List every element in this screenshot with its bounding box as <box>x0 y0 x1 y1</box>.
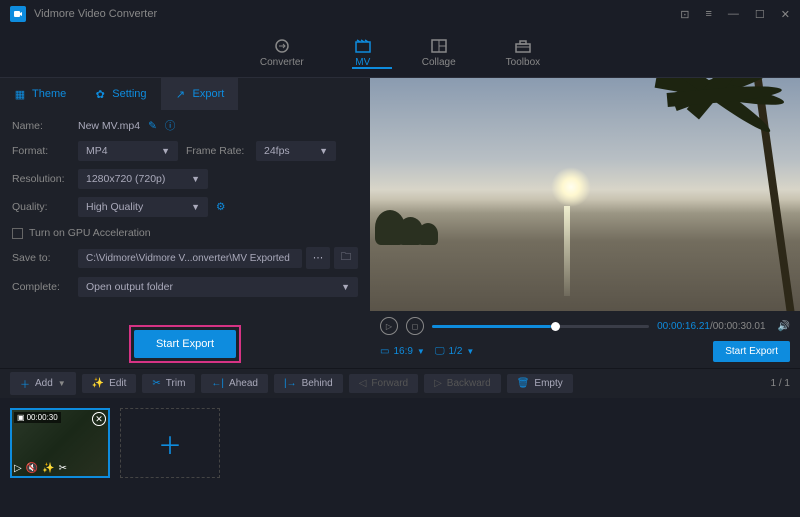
volume-icon[interactable]: 🔊 <box>778 321 790 332</box>
chevron-down-icon: ▼ <box>191 174 200 184</box>
maximize-icon[interactable]: ☐ <box>755 8 765 21</box>
resolution-select[interactable]: 1280x720 (720p)▼ <box>78 169 208 189</box>
nav-collage[interactable]: Collage <box>422 38 456 68</box>
chevron-down-icon: ▼ <box>191 202 200 212</box>
chevron-down-icon: ▼ <box>161 146 170 156</box>
ahead-button[interactable]: ←|Ahead <box>201 374 268 393</box>
empty-button[interactable]: 🗑Empty <box>507 374 573 393</box>
minimize-icon[interactable]: — <box>728 8 739 21</box>
app-title: Vidmore Video Converter <box>34 8 157 20</box>
add-clip-button[interactable]: ＋ <box>120 408 220 478</box>
quality-select[interactable]: High Quality▼ <box>78 197 208 217</box>
aspect-select[interactable]: ▭16:9▼ <box>380 346 425 357</box>
converter-icon <box>273 38 291 54</box>
main-nav: Converter MV Collage Toolbox <box>0 28 800 78</box>
chevron-down-icon: ▼ <box>417 347 425 356</box>
screen-icon: 🖵 <box>435 346 445 357</box>
backward-button[interactable]: ▷Backward <box>424 374 501 393</box>
export-panel: ▦Theme ✿Setting ↗Export Name: New MV.mp4… <box>0 78 370 368</box>
framerate-select[interactable]: 24fps▼ <box>256 141 336 161</box>
ahead-icon: ←| <box>211 378 224 389</box>
start-export-button-2[interactable]: Start Export <box>713 341 790 362</box>
resolution-label: Resolution: <box>12 173 70 185</box>
backward-icon: ▷ <box>434 378 442 389</box>
preview-pane: ▷ ◻ 00:00:16.21/00:00:30.01 🔊 ▭16:9▼ 🖵1/… <box>370 78 800 368</box>
start-export-button[interactable]: Start Export <box>134 330 236 358</box>
toolbox-icon <box>514 38 532 54</box>
clip-trim-icon[interactable]: ✂ <box>59 463 67 474</box>
preview-video[interactable] <box>370 78 800 311</box>
film-icon: ▣ <box>17 413 25 422</box>
gpu-label: Turn on GPU Acceleration <box>29 227 151 239</box>
chevron-down-icon: ▼ <box>341 282 350 292</box>
add-button[interactable]: ＋Add▼ <box>10 372 76 395</box>
plus-icon: ＋ <box>20 376 30 391</box>
chevron-down-icon: ▼ <box>58 379 66 388</box>
nav-toolbox[interactable]: Toolbox <box>506 38 540 68</box>
edit-button[interactable]: ✨Edit <box>82 374 137 393</box>
stop-button[interactable]: ◻ <box>406 317 424 335</box>
framerate-label: Frame Rate: <box>186 145 248 157</box>
chevron-down-icon: ▼ <box>466 347 474 356</box>
behind-button[interactable]: |→Behind <box>274 374 343 393</box>
tab-export[interactable]: ↗Export <box>161 78 239 110</box>
behind-icon: |→ <box>284 378 297 389</box>
quality-label: Quality: <box>12 201 70 213</box>
format-select[interactable]: MP4▼ <box>78 141 178 161</box>
close-icon[interactable]: ✕ <box>781 8 790 21</box>
clip-edit-icon[interactable]: ✨ <box>42 463 54 474</box>
browse-button[interactable]: ⋯ <box>306 247 330 269</box>
pager: 1 / 1 <box>771 378 790 389</box>
seek-bar[interactable] <box>432 325 649 328</box>
clip-remove-icon[interactable]: ✕ <box>92 412 106 426</box>
forward-icon: ◁ <box>359 378 367 389</box>
subtabs: ▦Theme ✿Setting ↗Export <box>0 78 370 110</box>
clip-toolbar: ＋Add▼ ✨Edit ✂Trim ←|Ahead |→Behind ◁Forw… <box>0 368 800 398</box>
export-icon: ↗ <box>175 88 187 100</box>
clip-duration: ▣00:00:30 <box>14 412 61 423</box>
app-logo <box>10 6 26 22</box>
info-icon[interactable]: ⓘ <box>165 118 176 133</box>
nav-mv[interactable]: MV <box>354 38 372 68</box>
nav-converter[interactable]: Converter <box>260 38 304 68</box>
forward-button[interactable]: ◁Forward <box>349 374 418 393</box>
mv-icon <box>354 38 372 54</box>
clip-row: ▣00:00:30 ✕ ▷ 🔇 ✨ ✂ ＋ <box>0 398 800 490</box>
chevron-down-icon: ▼ <box>319 146 328 156</box>
wand-icon: ✨ <box>92 378 104 389</box>
gpu-checkbox[interactable] <box>12 228 23 239</box>
feedback-icon[interactable]: ⊡ <box>680 8 689 21</box>
complete-select[interactable]: Open output folder▼ <box>78 277 358 297</box>
name-value: New MV.mp4 <box>78 120 140 132</box>
timecode: 00:00:16.21/00:00:30.01 <box>657 321 765 332</box>
edit-name-icon[interactable]: ✎ <box>148 120 157 132</box>
gear-icon[interactable]: ⚙ <box>216 201 225 213</box>
menu-icon[interactable]: ≡ <box>705 8 711 21</box>
open-folder-icon[interactable]: 🗀 <box>334 247 358 269</box>
start-export-highlight: Start Export <box>129 325 241 363</box>
collage-icon <box>430 38 448 54</box>
trash-icon: 🗑 <box>517 378 530 389</box>
play-button[interactable]: ▷ <box>380 317 398 335</box>
tab-theme[interactable]: ▦Theme <box>0 78 80 110</box>
scissors-icon: ✂ <box>152 378 160 389</box>
saveto-label: Save to: <box>12 252 70 264</box>
aspect-icon: ▭ <box>380 346 389 357</box>
clip-thumbnail[interactable]: ▣00:00:30 ✕ ▷ 🔇 ✨ ✂ <box>10 408 110 478</box>
tab-setting[interactable]: ✿Setting <box>80 78 160 110</box>
titlebar: Vidmore Video Converter ⊡ ≡ — ☐ ✕ <box>0 0 800 28</box>
clip-play-icon[interactable]: ▷ <box>14 463 22 474</box>
saveto-path: C:\Vidmore\Vidmore V...onverter\MV Expor… <box>78 249 302 268</box>
format-label: Format: <box>12 145 70 157</box>
name-label: Name: <box>12 120 70 132</box>
clip-mute-icon[interactable]: 🔇 <box>26 463 38 474</box>
complete-label: Complete: <box>12 281 70 293</box>
trim-button[interactable]: ✂Trim <box>142 374 195 393</box>
setting-icon: ✿ <box>94 88 106 100</box>
theme-icon: ▦ <box>14 88 26 100</box>
zoom-select[interactable]: 🖵1/2▼ <box>435 346 474 357</box>
